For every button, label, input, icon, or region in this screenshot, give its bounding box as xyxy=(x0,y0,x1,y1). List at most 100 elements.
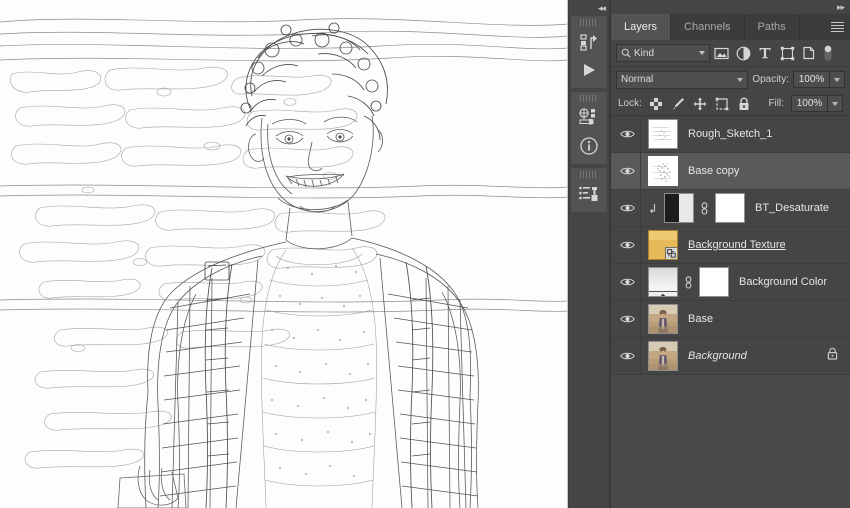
layer-thumbnails xyxy=(641,304,678,334)
eye-icon xyxy=(620,315,635,323)
layer-thumbnails xyxy=(641,267,729,297)
gradient-fill-thumbnail[interactable] xyxy=(648,267,678,297)
tab-paths[interactable]: Paths xyxy=(744,14,800,40)
table-row[interactable]: Base xyxy=(611,301,850,338)
eye-icon xyxy=(620,352,635,360)
filter-toggle-switch-icon[interactable] xyxy=(822,43,834,63)
layer-list[interactable]: Rough_Sketch_1 Base copy BT_Desaturate B… xyxy=(611,116,850,508)
layer-visibility-toggle[interactable] xyxy=(615,190,641,226)
layer-visibility-toggle[interactable] xyxy=(615,116,641,152)
eye-icon xyxy=(620,130,635,138)
layer-mask-thumbnail[interactable] xyxy=(715,193,745,223)
smart-object-badge-icon xyxy=(665,247,677,259)
table-row[interactable]: Base copy xyxy=(611,153,850,190)
adjustments-group xyxy=(571,92,607,164)
selection-corner xyxy=(671,157,677,163)
tab-paths-label: Paths xyxy=(757,21,786,33)
filter-kind-select[interactable]: Kind xyxy=(616,44,710,62)
chevron-down-icon[interactable] xyxy=(737,77,744,82)
lock-position-icon[interactable] xyxy=(693,96,708,112)
actions-group xyxy=(571,16,607,88)
eye-icon xyxy=(620,204,635,212)
blend-mode-select[interactable]: Normal xyxy=(616,70,749,89)
layer-thumbnail[interactable] xyxy=(648,341,678,371)
eye-icon xyxy=(620,167,635,175)
blend-mode-row: Normal Opacity: 100% xyxy=(611,67,850,92)
adjustment-layer-thumbnail[interactable] xyxy=(664,193,694,223)
lock-artboard-nesting-icon[interactable] xyxy=(715,96,730,112)
layers-panel: ▸▸ Layers Channels Paths Kind Normal Opa… xyxy=(610,0,850,508)
layer-visibility-toggle[interactable] xyxy=(615,301,641,337)
layer-visibility-toggle[interactable] xyxy=(615,153,641,189)
fill-value: 100% xyxy=(796,98,823,109)
selection-corner xyxy=(649,157,655,163)
clone-source-icon[interactable] xyxy=(572,180,606,208)
tab-layers[interactable]: Layers xyxy=(611,14,672,40)
layer-name[interactable]: Rough_Sketch_1 xyxy=(678,128,772,140)
layer-visibility-toggle[interactable] xyxy=(615,227,641,263)
layer-thumbnails xyxy=(641,156,678,186)
info-icon[interactable] xyxy=(572,132,606,160)
shape-layer-filter-icon[interactable] xyxy=(776,43,798,63)
adjustments-icon[interactable] xyxy=(572,104,606,132)
table-row[interactable]: Background Color xyxy=(611,264,850,301)
smart-object-thumbnail[interactable] xyxy=(648,230,678,260)
drag-grip[interactable] xyxy=(580,171,598,178)
filter-kind-label: Kind xyxy=(634,47,655,59)
opacity-stepper[interactable] xyxy=(830,71,845,88)
layer-name[interactable]: Background Texture xyxy=(678,239,786,251)
opacity-label: Opacity: xyxy=(752,74,789,85)
chevron-down-icon[interactable] xyxy=(699,51,705,55)
table-row[interactable]: Rough_Sketch_1 xyxy=(611,116,850,153)
layer-thumbnail-selected[interactable] xyxy=(648,156,678,186)
collapsed-panel-dock: ◂◂ xyxy=(568,0,610,508)
layer-filter-row: Kind xyxy=(611,40,850,67)
opacity-input[interactable]: 100% xyxy=(793,71,830,88)
tab-channels-label: Channels xyxy=(684,21,731,33)
document-canvas[interactable] xyxy=(0,0,568,508)
styles-group xyxy=(571,168,607,212)
double-chevron-left-icon[interactable]: ◂◂ xyxy=(598,3,606,14)
dock-collapse-row[interactable]: ◂◂ xyxy=(569,0,609,16)
tab-layers-label: Layers xyxy=(624,21,658,33)
sketch-artwork xyxy=(0,0,568,508)
drag-grip[interactable] xyxy=(580,19,598,26)
layer-name[interactable]: Background xyxy=(678,350,747,362)
tab-channels[interactable]: Channels xyxy=(671,14,745,40)
history-actions-icon[interactable] xyxy=(572,28,606,56)
smart-object-filter-icon[interactable] xyxy=(798,43,820,63)
table-row[interactable]: Background xyxy=(611,338,850,375)
fill-stepper[interactable] xyxy=(828,95,843,112)
play-icon[interactable] xyxy=(572,56,606,84)
type-layer-filter-icon[interactable] xyxy=(754,43,776,63)
fill-input[interactable]: 100% xyxy=(791,95,828,112)
layer-mask-thumbnail[interactable] xyxy=(699,267,729,297)
layer-thumbnail[interactable] xyxy=(648,304,678,334)
layer-name[interactable]: Base xyxy=(678,313,713,325)
panel-menu-icon[interactable] xyxy=(824,14,850,40)
adjustment-layer-filter-icon[interactable] xyxy=(732,43,754,63)
drag-grip[interactable] xyxy=(580,95,598,102)
layer-visibility-toggle[interactable] xyxy=(615,338,641,374)
layer-mask-link-icon[interactable] xyxy=(683,275,694,289)
layer-name[interactable]: Background Color xyxy=(729,276,827,288)
layer-name[interactable]: Base copy xyxy=(678,165,739,177)
lock-all-icon[interactable] xyxy=(737,96,752,112)
layer-mask-link-icon[interactable] xyxy=(699,201,710,215)
selection-corner xyxy=(649,179,655,185)
double-chevron-right-icon[interactable]: ▸▸ xyxy=(837,2,845,13)
fill-label: Fill: xyxy=(768,98,784,109)
layer-thumbnails xyxy=(641,230,678,260)
pixel-layer-filter-icon[interactable] xyxy=(710,43,732,63)
lock-row: Lock: Fill: 100% xyxy=(611,92,850,116)
table-row[interactable]: Background Texture xyxy=(611,227,850,264)
table-row[interactable]: BT_Desaturate xyxy=(611,190,850,227)
layer-name[interactable]: BT_Desaturate xyxy=(745,202,829,214)
panel-collapse-bar[interactable]: ▸▸ xyxy=(611,0,850,14)
eye-icon xyxy=(620,241,635,249)
lock-image-pixels-icon[interactable] xyxy=(671,96,686,112)
layer-thumbnail[interactable] xyxy=(648,119,678,149)
lock-transparent-pixels-icon[interactable] xyxy=(649,96,664,112)
clipping-mask-arrow-icon xyxy=(648,203,659,214)
layer-visibility-toggle[interactable] xyxy=(615,264,641,300)
